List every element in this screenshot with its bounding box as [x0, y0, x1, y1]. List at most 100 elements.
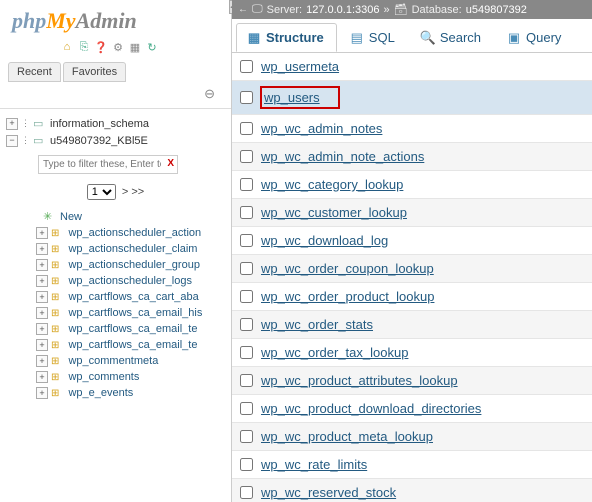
- settings-icon[interactable]: ⚙: [111, 40, 125, 54]
- logo-part2: My: [46, 8, 75, 33]
- collapse-icon[interactable]: −: [6, 135, 18, 147]
- expand-icon[interactable]: +: [36, 291, 48, 303]
- tree-table-row[interactable]: +⊞ wp_cartflows_ca_email_te: [24, 337, 229, 353]
- expand-icon[interactable]: +: [6, 118, 18, 130]
- table-row[interactable]: wp_wc_customer_lookup: [232, 199, 592, 227]
- table-link[interactable]: wp_wc_admin_note_actions: [261, 149, 424, 164]
- table-row[interactable]: wp_wc_product_attributes_lookup: [232, 367, 592, 395]
- table-link[interactable]: wp_wc_category_lookup: [261, 177, 403, 192]
- table-link[interactable]: wp_wc_reserved_stock: [261, 485, 396, 500]
- row-checkbox[interactable]: [240, 150, 253, 163]
- expand-icon[interactable]: +: [36, 227, 48, 239]
- expand-icon[interactable]: +: [36, 371, 48, 383]
- row-checkbox[interactable]: [240, 122, 253, 135]
- tree-current-db[interactable]: − ⋮ ▭ u549807392_KBl5E: [2, 132, 229, 149]
- expand-icon[interactable]: +: [36, 243, 48, 255]
- row-checkbox[interactable]: [240, 234, 253, 247]
- tab-sql[interactable]: ▤ SQL: [339, 23, 408, 52]
- tab-recent[interactable]: Recent: [8, 62, 61, 82]
- tree-table-row[interactable]: +⊞ wp_actionscheduler_claim: [24, 241, 229, 257]
- table-link[interactable]: wp_wc_admin_notes: [261, 121, 382, 136]
- table-row[interactable]: wp_wc_product_download_directories: [232, 395, 592, 423]
- expand-icon[interactable]: +: [36, 307, 48, 319]
- tree-table-row[interactable]: +⊞ wp_cartflows_ca_cart_aba: [24, 289, 229, 305]
- table-icon: ⊞: [51, 244, 59, 255]
- tab-favorites[interactable]: Favorites: [63, 62, 126, 82]
- table-link[interactable]: wp_wc_order_tax_lookup: [261, 345, 408, 360]
- table-link[interactable]: wp_wc_product_attributes_lookup: [261, 373, 458, 388]
- row-checkbox[interactable]: [240, 486, 253, 499]
- tree-new[interactable]: ✳ New: [24, 208, 229, 225]
- table-row[interactable]: wp_wc_download_log: [232, 227, 592, 255]
- table-row[interactable]: wp_wc_order_tax_lookup: [232, 339, 592, 367]
- table-row[interactable]: wp_wc_category_lookup: [232, 171, 592, 199]
- table-link[interactable]: wp_users: [264, 90, 320, 105]
- table-row[interactable]: wp_wc_admin_note_actions: [232, 143, 592, 171]
- db-icon: ▭: [33, 117, 47, 130]
- page-select[interactable]: 1: [87, 184, 116, 200]
- table-row[interactable]: wp_wc_reserved_stock: [232, 479, 592, 502]
- row-checkbox[interactable]: [240, 402, 253, 415]
- table-link[interactable]: wp_wc_customer_lookup: [261, 205, 407, 220]
- row-checkbox[interactable]: [240, 458, 253, 471]
- table-link[interactable]: wp_wc_rate_limits: [261, 457, 367, 472]
- expand-icon[interactable]: +: [36, 339, 48, 351]
- row-checkbox[interactable]: [240, 60, 253, 73]
- expand-icon[interactable]: +: [36, 355, 48, 367]
- table-link[interactable]: wp_wc_order_stats: [261, 317, 373, 332]
- tab-structure[interactable]: ▦ Structure: [236, 23, 337, 52]
- tab-query[interactable]: ▣ Query: [496, 23, 574, 52]
- tree-table-row[interactable]: +⊞ wp_cartflows_ca_email_his: [24, 305, 229, 321]
- expand-icon[interactable]: +: [36, 275, 48, 287]
- table-link[interactable]: wp_wc_product_meta_lookup: [261, 429, 433, 444]
- row-checkbox[interactable]: [240, 178, 253, 191]
- table-row[interactable]: wp_wc_order_product_lookup: [232, 283, 592, 311]
- nav-icon[interactable]: ▦: [128, 40, 142, 54]
- table-row[interactable]: wp_wc_order_stats: [232, 311, 592, 339]
- table-row[interactable]: wp_wc_rate_limits: [232, 451, 592, 479]
- table-row[interactable]: wp_usermeta: [232, 53, 592, 81]
- row-checkbox[interactable]: [240, 206, 253, 219]
- table-row[interactable]: wp_wc_admin_notes: [232, 115, 592, 143]
- pager-next[interactable]: > >>: [122, 186, 144, 198]
- row-checkbox[interactable]: [240, 346, 253, 359]
- table-link[interactable]: wp_wc_order_product_lookup: [261, 289, 434, 304]
- clear-filter-icon[interactable]: X: [167, 158, 174, 169]
- tree-table-row[interactable]: +⊞ wp_comments: [24, 369, 229, 385]
- tree-table-row[interactable]: +⊞ wp_actionscheduler_group: [24, 257, 229, 273]
- tree-table-row[interactable]: +⊞ wp_cartflows_ca_email_te: [24, 321, 229, 337]
- tab-search[interactable]: 🔍 Search: [410, 23, 494, 52]
- table-name: wp_comments: [68, 371, 139, 383]
- tree-table-row[interactable]: +⊞ wp_commentmeta: [24, 353, 229, 369]
- table-link[interactable]: wp_usermeta: [261, 59, 339, 74]
- docs-icon[interactable]: ❓: [94, 40, 108, 54]
- row-checkbox[interactable]: [240, 290, 253, 303]
- dots-icon: ⋮: [21, 118, 30, 129]
- home-icon[interactable]: ⌂: [60, 40, 74, 54]
- tree-table-row[interactable]: +⊞ wp_actionscheduler_action: [24, 225, 229, 241]
- table-link[interactable]: wp_wc_order_coupon_lookup: [261, 261, 434, 276]
- expand-icon[interactable]: +: [36, 323, 48, 335]
- row-checkbox[interactable]: [240, 91, 253, 104]
- row-checkbox[interactable]: [240, 374, 253, 387]
- tree-table-row[interactable]: +⊞ wp_e_events: [24, 385, 229, 401]
- table-row[interactable]: wp_wc_order_coupon_lookup: [232, 255, 592, 283]
- table-link[interactable]: wp_wc_product_download_directories: [261, 401, 481, 416]
- row-checkbox[interactable]: [240, 318, 253, 331]
- expand-icon[interactable]: +: [36, 259, 48, 271]
- row-checkbox[interactable]: [240, 262, 253, 275]
- tree-table-row[interactable]: +⊞ wp_actionscheduler_logs: [24, 273, 229, 289]
- tree-information-schema[interactable]: + ⋮ ▭ information_schema: [2, 115, 229, 132]
- tab-label: Search: [440, 30, 481, 45]
- server-link[interactable]: 127.0.0.1:3306: [306, 4, 379, 16]
- logout-icon[interactable]: ⎘: [77, 40, 91, 54]
- table-row[interactable]: wp_users: [232, 81, 592, 115]
- table-link[interactable]: wp_wc_download_log: [261, 233, 388, 248]
- filter-input[interactable]: [38, 155, 178, 174]
- table-row[interactable]: wp_wc_product_meta_lookup: [232, 423, 592, 451]
- row-checkbox[interactable]: [240, 430, 253, 443]
- db-link[interactable]: u549807392: [466, 4, 527, 16]
- reload-icon[interactable]: ↻: [145, 40, 159, 54]
- expand-icon[interactable]: +: [36, 387, 48, 399]
- collapse-icon[interactable]: ⊖: [0, 86, 231, 108]
